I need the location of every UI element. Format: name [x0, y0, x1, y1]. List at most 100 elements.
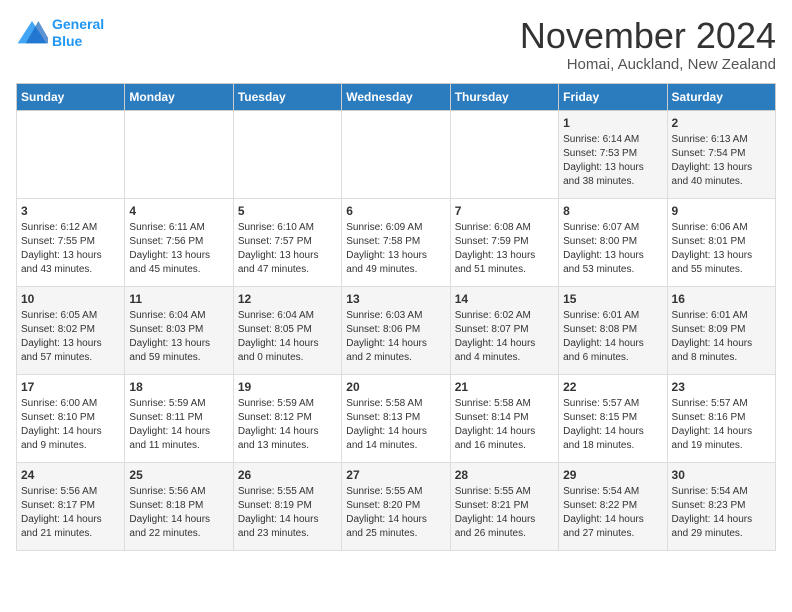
day-detail: Sunset: 8:18 PM	[129, 499, 228, 513]
day-detail: Sunrise: 5:55 AM	[346, 485, 445, 499]
table-row: 14Sunrise: 6:02 AMSunset: 8:07 PMDayligh…	[450, 286, 558, 374]
day-number: 8	[563, 203, 662, 220]
day-number: 14	[455, 291, 554, 308]
day-detail: Sunset: 8:21 PM	[455, 499, 554, 513]
table-row: 4Sunrise: 6:11 AMSunset: 7:56 PMDaylight…	[125, 198, 233, 286]
day-detail: Daylight: 14 hours	[238, 513, 337, 527]
day-detail: Sunset: 7:59 PM	[455, 235, 554, 249]
day-number: 24	[21, 467, 120, 484]
day-detail: Daylight: 13 hours	[455, 249, 554, 263]
day-detail: Sunrise: 5:54 AM	[563, 485, 662, 499]
day-number: 18	[129, 379, 228, 396]
location-subtitle: Homai, Auckland, New Zealand	[520, 56, 776, 73]
day-number: 16	[672, 291, 771, 308]
day-detail: and 11 minutes.	[129, 439, 228, 453]
day-detail: Daylight: 13 hours	[21, 337, 120, 351]
title-section: November 2024 Homai, Auckland, New Zeala…	[520, 16, 776, 73]
day-detail: Daylight: 14 hours	[563, 425, 662, 439]
header-thursday: Thursday	[450, 83, 558, 110]
table-row: 21Sunrise: 5:58 AMSunset: 8:14 PMDayligh…	[450, 374, 558, 462]
day-detail: Sunset: 8:05 PM	[238, 323, 337, 337]
day-number: 12	[238, 291, 337, 308]
day-detail: Sunrise: 6:03 AM	[346, 309, 445, 323]
day-number: 15	[563, 291, 662, 308]
day-detail: Sunset: 8:07 PM	[455, 323, 554, 337]
day-detail: Sunset: 7:58 PM	[346, 235, 445, 249]
table-row: 2Sunrise: 6:13 AMSunset: 7:54 PMDaylight…	[667, 110, 775, 198]
page-header: General Blue November 2024 Homai, Auckla…	[16, 16, 776, 73]
day-number: 21	[455, 379, 554, 396]
day-detail: Sunrise: 6:09 AM	[346, 221, 445, 235]
day-detail: and 4 minutes.	[455, 351, 554, 365]
day-detail: Sunset: 8:10 PM	[21, 411, 120, 425]
table-row: 27Sunrise: 5:55 AMSunset: 8:20 PMDayligh…	[342, 462, 450, 550]
table-row: 17Sunrise: 6:00 AMSunset: 8:10 PMDayligh…	[17, 374, 125, 462]
day-number: 29	[563, 467, 662, 484]
day-detail: and 27 minutes.	[563, 527, 662, 541]
day-detail: Sunrise: 6:04 AM	[129, 309, 228, 323]
day-detail: Daylight: 14 hours	[346, 513, 445, 527]
day-detail: Sunrise: 5:57 AM	[672, 397, 771, 411]
day-detail: Sunrise: 6:01 AM	[563, 309, 662, 323]
day-detail: Sunrise: 5:59 AM	[238, 397, 337, 411]
day-detail: Sunrise: 6:02 AM	[455, 309, 554, 323]
day-detail: Sunrise: 5:57 AM	[563, 397, 662, 411]
day-detail: Sunset: 7:53 PM	[563, 147, 662, 161]
day-detail: Sunset: 7:56 PM	[129, 235, 228, 249]
table-row: 19Sunrise: 5:59 AMSunset: 8:12 PMDayligh…	[233, 374, 341, 462]
table-row: 12Sunrise: 6:04 AMSunset: 8:05 PMDayligh…	[233, 286, 341, 374]
header-tuesday: Tuesday	[233, 83, 341, 110]
day-detail: and 40 minutes.	[672, 175, 771, 189]
day-number: 20	[346, 379, 445, 396]
table-row: 16Sunrise: 6:01 AMSunset: 8:09 PMDayligh…	[667, 286, 775, 374]
day-detail: Daylight: 13 hours	[563, 161, 662, 175]
table-row: 20Sunrise: 5:58 AMSunset: 8:13 PMDayligh…	[342, 374, 450, 462]
header-sunday: Sunday	[17, 83, 125, 110]
table-row	[342, 110, 450, 198]
day-detail: and 26 minutes.	[455, 527, 554, 541]
day-detail: Sunset: 8:14 PM	[455, 411, 554, 425]
day-detail: Daylight: 14 hours	[346, 337, 445, 351]
table-row: 23Sunrise: 5:57 AMSunset: 8:16 PMDayligh…	[667, 374, 775, 462]
day-detail: Sunset: 7:55 PM	[21, 235, 120, 249]
table-row: 29Sunrise: 5:54 AMSunset: 8:22 PMDayligh…	[559, 462, 667, 550]
day-number: 27	[346, 467, 445, 484]
day-detail: Sunrise: 6:04 AM	[238, 309, 337, 323]
day-number: 28	[455, 467, 554, 484]
day-detail: Sunset: 8:16 PM	[672, 411, 771, 425]
month-title: November 2024	[520, 16, 776, 56]
table-row: 18Sunrise: 5:59 AMSunset: 8:11 PMDayligh…	[125, 374, 233, 462]
table-row: 11Sunrise: 6:04 AMSunset: 8:03 PMDayligh…	[125, 286, 233, 374]
day-detail: Daylight: 13 hours	[129, 249, 228, 263]
day-detail: Sunset: 8:00 PM	[563, 235, 662, 249]
day-detail: Sunset: 8:20 PM	[346, 499, 445, 513]
day-detail: Daylight: 13 hours	[672, 249, 771, 263]
day-detail: Sunset: 8:12 PM	[238, 411, 337, 425]
day-detail: Sunrise: 6:05 AM	[21, 309, 120, 323]
table-row: 13Sunrise: 6:03 AMSunset: 8:06 PMDayligh…	[342, 286, 450, 374]
day-detail: Sunrise: 6:12 AM	[21, 221, 120, 235]
day-detail: Daylight: 14 hours	[672, 337, 771, 351]
header-friday: Friday	[559, 83, 667, 110]
day-number: 17	[21, 379, 120, 396]
day-detail: and 14 minutes.	[346, 439, 445, 453]
day-number: 25	[129, 467, 228, 484]
table-row: 10Sunrise: 6:05 AMSunset: 8:02 PMDayligh…	[17, 286, 125, 374]
day-number: 1	[563, 115, 662, 132]
day-detail: Sunrise: 6:00 AM	[21, 397, 120, 411]
day-detail: Daylight: 14 hours	[455, 337, 554, 351]
day-detail: and 29 minutes.	[672, 527, 771, 541]
table-row: 6Sunrise: 6:09 AMSunset: 7:58 PMDaylight…	[342, 198, 450, 286]
day-detail: Daylight: 14 hours	[563, 337, 662, 351]
day-number: 2	[672, 115, 771, 132]
day-detail: Sunrise: 5:55 AM	[455, 485, 554, 499]
day-detail: Daylight: 13 hours	[563, 249, 662, 263]
day-detail: and 43 minutes.	[21, 263, 120, 277]
day-detail: and 38 minutes.	[563, 175, 662, 189]
day-detail: Sunrise: 6:01 AM	[672, 309, 771, 323]
table-row	[125, 110, 233, 198]
day-detail: Daylight: 13 hours	[672, 161, 771, 175]
day-detail: Daylight: 14 hours	[455, 513, 554, 527]
day-number: 11	[129, 291, 228, 308]
day-detail: Sunset: 8:08 PM	[563, 323, 662, 337]
